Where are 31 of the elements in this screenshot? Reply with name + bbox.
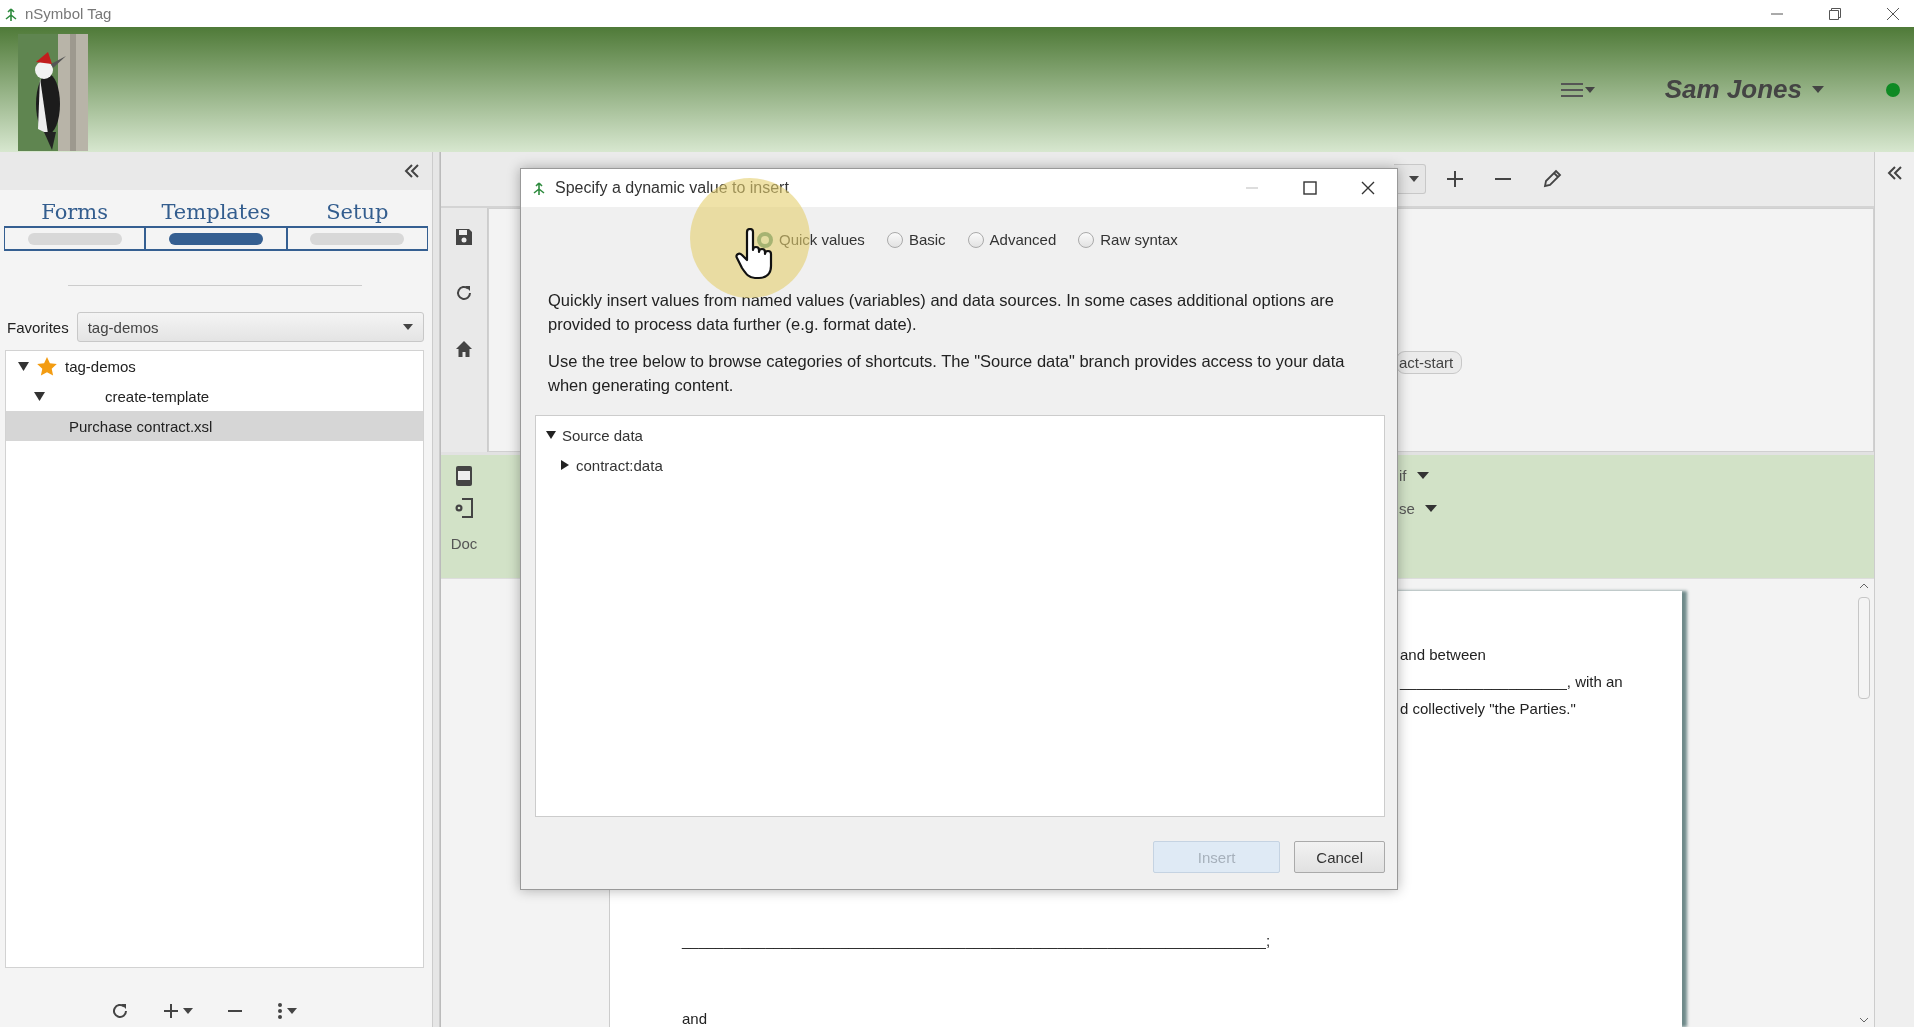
tab[interactable]: Setup xyxy=(286,198,428,251)
document-text: d collectively "the Parties." xyxy=(1400,699,1577,719)
user-menu[interactable]: Sam Jones xyxy=(1664,74,1824,105)
tree-item[interactable]: create-template xyxy=(6,381,423,411)
tree-item[interactable]: tag-demos xyxy=(6,351,423,381)
tree-item-label: Purchase contract.xsl xyxy=(69,417,213,435)
tree-item-label: tag-demos xyxy=(65,357,136,375)
tree-item[interactable]: Source data xyxy=(536,420,1384,450)
tree-item-label: create-template xyxy=(105,387,210,405)
tag-chip[interactable]: act-start xyxy=(1396,351,1463,374)
window-title: nSymbol Tag xyxy=(25,5,112,22)
section-label: Doc xyxy=(450,535,478,552)
favorites-label: Favorites xyxy=(7,318,69,336)
tree-item[interactable]: contract:data xyxy=(536,450,1384,480)
favorites-dropdown[interactable]: tag-demos xyxy=(76,312,424,342)
condition-dropdown[interactable]: se xyxy=(1399,500,1437,517)
description-text: Quickly insert values from named values (variables) and data sources. In some cases additional options are provided to process data further (e.g. format date). xyxy=(547,290,1335,335)
tab[interactable]: Templates xyxy=(145,198,287,251)
condition-dropdown[interactable]: if xyxy=(1399,467,1437,484)
document-text: and xyxy=(682,1010,709,1027)
radio-option[interactable]: Advanced xyxy=(967,231,1057,248)
radio-option[interactable]: Basic xyxy=(886,231,946,248)
tree-item[interactable]: Purchase contract.xsl xyxy=(6,411,423,441)
description-text: Use the tree below to browse categories of shortcuts. The "Source data" branch provides access to your data when generating content. xyxy=(547,351,1346,396)
document-text: ______________________________________________________________________; xyxy=(682,932,1272,951)
dialog-title: Specify a dynamic value to insert xyxy=(555,179,789,197)
dialog-button[interactable]: Cancel xyxy=(1294,841,1385,873)
radio-option[interactable]: Raw syntax xyxy=(1078,231,1178,248)
document-text: ____________________, with an xyxy=(1400,672,1624,692)
tab[interactable]: Forms xyxy=(4,198,146,251)
document-text: and between xyxy=(1400,645,1487,665)
